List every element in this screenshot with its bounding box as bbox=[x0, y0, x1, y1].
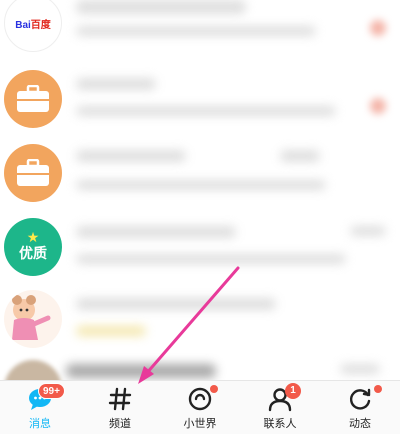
chat-time-blurred bbox=[350, 226, 386, 236]
notification-dot bbox=[374, 385, 382, 393]
chat-title-blurred bbox=[76, 298, 276, 310]
avatar-premium[interactable]: ★ 优质 bbox=[4, 218, 62, 276]
tab-channels[interactable]: 频道 bbox=[80, 381, 160, 434]
contacts-badge: 1 bbox=[285, 383, 301, 399]
tab-messages[interactable]: 99+ 消息 bbox=[0, 381, 80, 434]
baidu-logo: Bai百度 bbox=[15, 19, 51, 31]
chat-item-work-2[interactable] bbox=[0, 142, 400, 218]
tab-label: 频道 bbox=[109, 417, 131, 430]
hash-icon bbox=[108, 387, 132, 411]
tab-label: 小世界 bbox=[183, 417, 217, 430]
chat-title-blurred bbox=[76, 226, 236, 238]
avatar-briefcase[interactable] bbox=[4, 70, 62, 128]
tab-contacts[interactable]: 1 联系人 bbox=[240, 381, 320, 434]
tab-label: 联系人 bbox=[263, 417, 297, 430]
avatar-photo[interactable] bbox=[4, 360, 62, 380]
premium-label: 优质 bbox=[19, 246, 47, 262]
planet-icon bbox=[188, 387, 212, 411]
unread-dot-blurred bbox=[370, 20, 386, 36]
tab-small-world[interactable]: 小世界 bbox=[160, 381, 240, 434]
refresh-icon bbox=[349, 388, 371, 410]
chat-item-premium[interactable]: ★ 优质 bbox=[0, 218, 400, 294]
avatar-cartoon[interactable] bbox=[4, 290, 62, 348]
briefcase-icon bbox=[17, 85, 49, 112]
bottom-tab-bar: 99+ 消息 频道 小世界 1 联系人 动态 bbox=[0, 380, 400, 434]
chat-title-blurred bbox=[66, 364, 216, 378]
chat-list: Bai百度 ★ 优质 bbox=[0, 0, 400, 380]
tab-label: 动态 bbox=[349, 417, 371, 430]
chat-preview-blurred bbox=[76, 180, 326, 190]
chat-item-cartoon[interactable] bbox=[0, 288, 400, 364]
avatar-briefcase[interactable] bbox=[4, 144, 62, 202]
chat-preview-blurred bbox=[76, 106, 336, 116]
briefcase-icon bbox=[17, 159, 49, 186]
chat-title-blurred bbox=[76, 150, 186, 162]
notification-dot bbox=[210, 385, 218, 393]
chat-preview-blurred bbox=[76, 26, 316, 36]
chat-title-blurred bbox=[280, 150, 320, 162]
chat-item-work-1[interactable] bbox=[0, 66, 400, 142]
cartoon-character-icon bbox=[12, 295, 51, 340]
star-icon: ★ bbox=[26, 230, 40, 246]
chat-preview-blurred bbox=[76, 254, 346, 264]
chat-title-blurred bbox=[76, 0, 246, 14]
chat-item-partial[interactable] bbox=[0, 358, 400, 380]
chat-preview-blurred bbox=[76, 326, 146, 336]
chat-item-baidu[interactable]: Bai百度 bbox=[0, 0, 400, 66]
tab-activity[interactable]: 动态 bbox=[320, 381, 400, 434]
unread-dot-blurred bbox=[370, 98, 386, 114]
unread-count-badge: 99+ bbox=[38, 383, 65, 399]
avatar-baidu[interactable]: Bai百度 bbox=[4, 0, 62, 52]
tab-label: 消息 bbox=[29, 417, 51, 430]
chat-title-blurred bbox=[76, 78, 156, 90]
chat-time-blurred bbox=[340, 364, 380, 374]
